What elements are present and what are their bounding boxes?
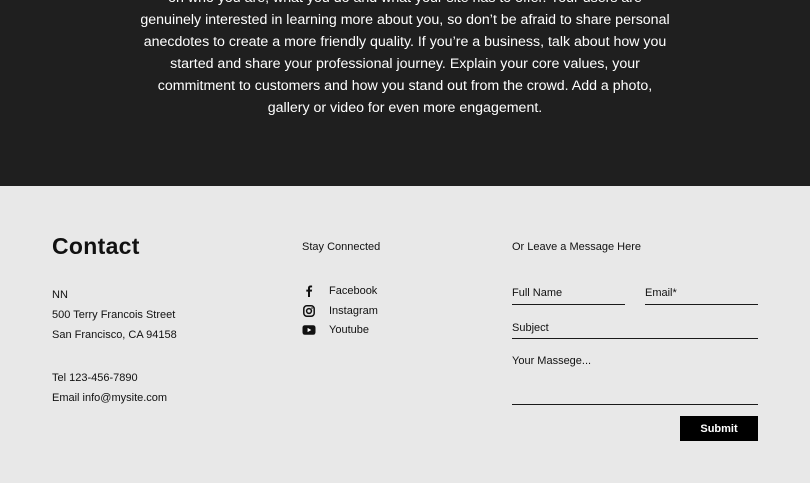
- about-line: gallery or video for even more engagemen…: [267, 100, 543, 116]
- full-name-field[interactable]: Full Name: [512, 286, 625, 305]
- about-line: commitment to customers and how you stan…: [157, 78, 653, 94]
- about-line: on who you are, what you do and what you…: [0, 0, 810, 9]
- email-placeholder: Email*: [645, 287, 677, 299]
- social-link-label: Youtube: [329, 324, 369, 336]
- subject-field[interactable]: Subject: [512, 321, 758, 339]
- about-line: started and share your professional jour…: [170, 56, 640, 72]
- instagram-icon: [302, 304, 316, 318]
- footer: Contact NN 500 Terry Francois Street San…: [0, 186, 810, 483]
- message-field[interactable]: Your Massege...: [512, 354, 758, 405]
- about-section: on who you are, what you do and what you…: [0, 0, 810, 186]
- contact-email[interactable]: Email info@mysite.com: [52, 392, 167, 404]
- social-link-instagram[interactable]: Instagram: [302, 304, 378, 318]
- contact-city: San Francisco, CA 94158: [52, 329, 177, 341]
- contact-title: Contact: [52, 233, 140, 259]
- email-field[interactable]: Email*: [645, 286, 758, 305]
- message-placeholder: Your Massege...: [512, 355, 592, 367]
- form-title: Or Leave a Message Here: [512, 241, 642, 253]
- social-link-youtube[interactable]: Youtube: [302, 323, 369, 337]
- full-name-placeholder: Full Name: [512, 287, 563, 299]
- subject-placeholder: Subject: [512, 322, 549, 334]
- contact-name: NN: [52, 289, 68, 301]
- page: on who you are, what you do and what you…: [0, 0, 810, 483]
- social-link-label: Facebook: [329, 285, 378, 297]
- about-text: on who you are, what you do and what you…: [0, 0, 810, 119]
- facebook-icon: [302, 284, 316, 298]
- social-link-label: Instagram: [329, 305, 378, 317]
- contact-street: 500 Terry Francois Street: [52, 309, 176, 321]
- submit-button[interactable]: Submit: [680, 416, 758, 441]
- about-line: anecdotes to create a more friendly qual…: [143, 34, 667, 50]
- social-link-facebook[interactable]: Facebook: [302, 284, 377, 298]
- about-line: genuinely interested in learning more ab…: [140, 12, 670, 28]
- contact-tel: Tel 123-456-7890: [52, 372, 138, 384]
- stay-connected-title: Stay Connected: [302, 241, 381, 253]
- youtube-icon: [302, 323, 316, 337]
